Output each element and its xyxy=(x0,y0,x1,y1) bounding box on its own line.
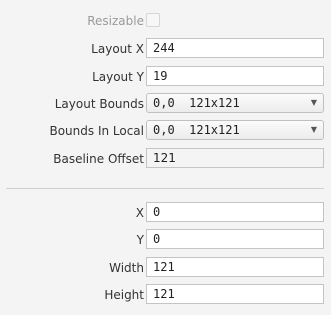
y-input[interactable]: 0 xyxy=(146,229,324,249)
x-row: X 0 xyxy=(0,202,331,224)
bounds-in-local-row: Bounds In Local 0,0 121x121 ▼ xyxy=(0,120,331,142)
width-input[interactable]: 121 xyxy=(146,257,324,277)
resizable-row: Resizable xyxy=(0,10,331,32)
resizable-label: Resizable xyxy=(87,14,144,28)
height-input[interactable]: 121 xyxy=(146,284,324,304)
bounds-in-local-value: 0,0 121x121 xyxy=(153,123,240,137)
chevron-down-icon: ▼ xyxy=(310,125,317,134)
bounds-in-local-dropdown[interactable]: 0,0 121x121 ▼ xyxy=(146,120,324,140)
height-label: Height xyxy=(104,288,144,302)
height-row: Height 121 xyxy=(0,284,331,306)
layout-x-input[interactable]: 244 xyxy=(146,38,324,58)
width-row: Width 121 xyxy=(0,257,331,279)
layout-y-row: Layout Y 19 xyxy=(0,66,331,88)
baseline-offset-row: Baseline Offset 121 xyxy=(0,148,331,170)
y-label: Y xyxy=(136,233,144,247)
layout-y-label: Layout Y xyxy=(92,70,144,84)
x-input[interactable]: 0 xyxy=(146,202,324,222)
layout-bounds-row: Layout Bounds 0,0 121x121 ▼ xyxy=(0,93,331,115)
resizable-checkbox[interactable] xyxy=(146,13,160,27)
width-label: Width xyxy=(109,261,144,275)
bounds-in-local-label: Bounds In Local xyxy=(49,124,144,138)
layout-bounds-dropdown[interactable]: 0,0 121x121 ▼ xyxy=(146,93,324,113)
y-row: Y 0 xyxy=(0,229,331,251)
layout-x-row: Layout X 244 xyxy=(0,38,331,60)
layout-bounds-value: 0,0 121x121 xyxy=(153,96,240,110)
baseline-offset-label: Baseline Offset xyxy=(53,152,144,166)
layout-y-input[interactable]: 19 xyxy=(146,66,324,86)
layout-bounds-label: Layout Bounds xyxy=(54,97,144,111)
chevron-down-icon: ▼ xyxy=(310,98,317,107)
layout-x-label: Layout X xyxy=(91,42,144,56)
x-label: X xyxy=(135,206,144,220)
baseline-offset-value: 121 xyxy=(146,148,324,168)
section-divider xyxy=(6,188,324,189)
